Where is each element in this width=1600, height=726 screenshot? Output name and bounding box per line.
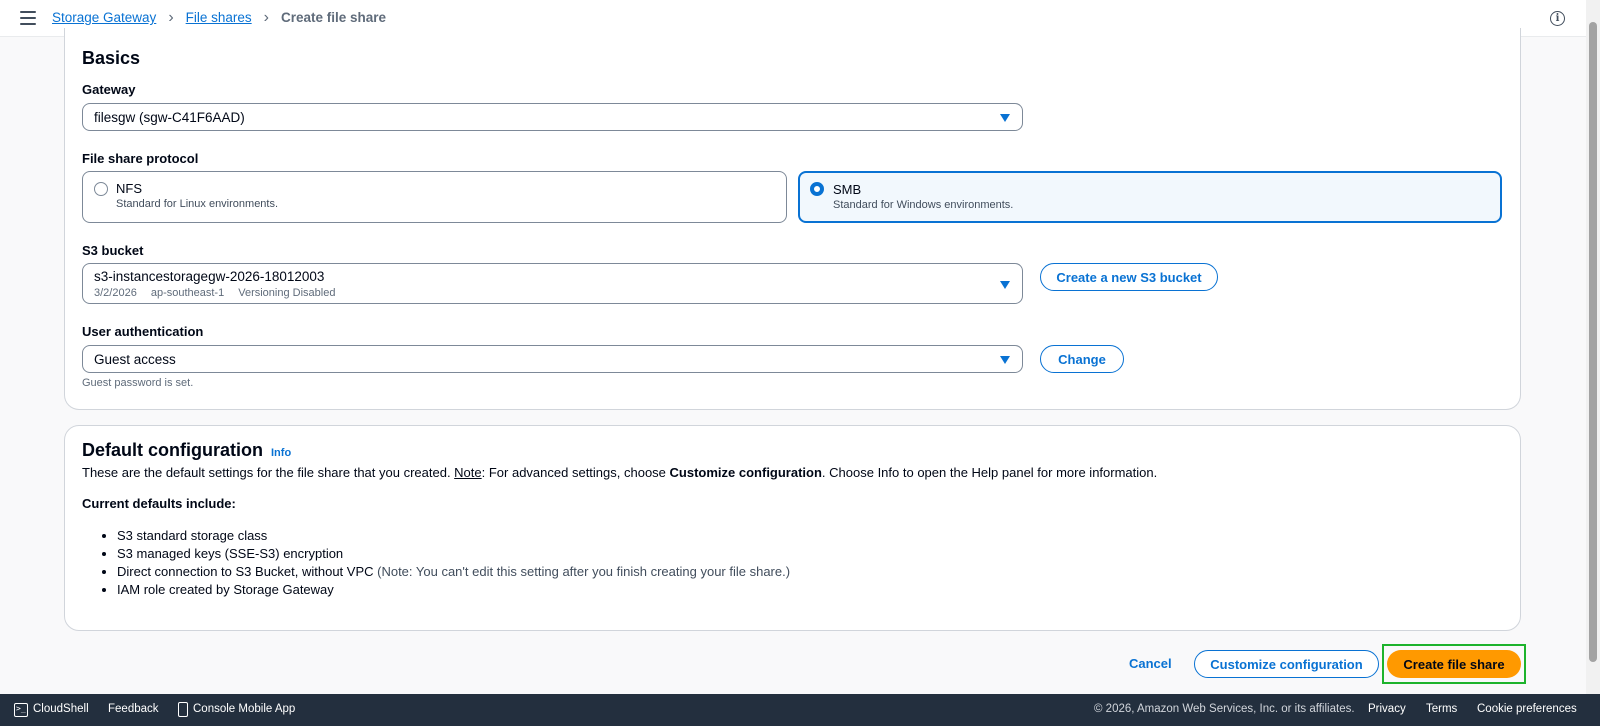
user-auth-label: User authentication: [82, 324, 204, 339]
breadcrumb-storage-gateway[interactable]: Storage Gateway: [52, 10, 156, 25]
list-item: IAM role created by Storage Gateway: [117, 581, 790, 599]
info-panel-icon[interactable]: i: [1550, 11, 1565, 26]
smb-radio[interactable]: [810, 182, 824, 196]
breadcrumb-file-shares[interactable]: File shares: [186, 10, 252, 25]
list-item-note: (Note: You can't edit this setting after…: [373, 564, 791, 579]
protocol-option-nfs[interactable]: NFS Standard for Linux environments.: [82, 171, 787, 223]
console-footer: >_ CloudShell Feedback Console Mobile Ap…: [0, 694, 1600, 726]
default-config-title: Default configuration Info: [82, 440, 291, 461]
cloudshell-icon[interactable]: >_: [14, 703, 28, 717]
protocol-label: File share protocol: [82, 151, 199, 166]
gateway-label: Gateway: [82, 82, 136, 97]
list-item: S3 standard storage class: [117, 527, 790, 545]
scrollbar-thumb[interactable]: [1589, 22, 1597, 662]
breadcrumb: Storage Gateway › File shares › Create f…: [52, 8, 387, 26]
s3-bucket-versioning: Versioning Disabled: [238, 287, 336, 299]
desc-bold: Customize configuration: [669, 465, 822, 480]
console-mobile-app-link[interactable]: Console Mobile App: [193, 703, 295, 715]
feedback-link[interactable]: Feedback: [108, 703, 159, 715]
caret-down-icon: [1000, 281, 1010, 289]
s3-bucket-select[interactable]: s3-instancestoragegw-2026-18012003 3/2/2…: [82, 263, 1023, 304]
scrollbar[interactable]: [1586, 0, 1600, 694]
cookie-preferences-link[interactable]: Cookie preferences: [1477, 703, 1577, 715]
nfs-description: Standard for Linux environments.: [116, 198, 279, 210]
caret-down-icon: [1000, 114, 1010, 122]
nfs-radio[interactable]: [94, 182, 108, 196]
cloudshell-link[interactable]: CloudShell: [33, 703, 89, 715]
terms-link[interactable]: Terms: [1426, 703, 1457, 715]
user-auth-value: Guest access: [94, 352, 176, 367]
mobile-app-icon[interactable]: [178, 702, 188, 717]
list-item-text: Direct connection to S3 Bucket, without …: [117, 564, 374, 579]
chevron-right-icon: ›: [168, 8, 174, 26]
desc-note: Note: [454, 465, 482, 480]
guest-password-hint: Guest password is set.: [82, 377, 194, 389]
s3-bucket-label: S3 bucket: [82, 243, 144, 258]
chevron-right-icon: ›: [263, 8, 269, 26]
cancel-button[interactable]: Cancel: [1129, 656, 1172, 671]
gateway-select[interactable]: filesgw (sgw-C41F6AAD): [82, 103, 1023, 131]
protocol-option-smb[interactable]: SMB Standard for Windows environments.: [798, 171, 1502, 223]
copyright-text: © 2026, Amazon Web Services, Inc. or its…: [1094, 703, 1355, 715]
basics-title: Basics: [82, 48, 141, 68]
breadcrumb-current: Create file share: [281, 10, 387, 25]
s3-bucket-value: s3-instancestoragegw-2026-18012003: [94, 269, 325, 284]
create-file-share-button[interactable]: Create file share: [1387, 650, 1521, 678]
customize-configuration-button[interactable]: Customize configuration: [1194, 650, 1379, 678]
nfs-title: NFS: [116, 181, 142, 196]
list-item: S3 managed keys (SSE-S3) encryption: [117, 545, 790, 563]
caret-down-icon: [1000, 356, 1010, 364]
desc-part-2: : For advanced settings, choose: [481, 465, 670, 480]
info-link[interactable]: Info: [271, 447, 291, 459]
desc-part-1: These are the default settings for the f…: [82, 465, 455, 480]
list-item: Direct connection to S3 Bucket, without …: [117, 563, 790, 581]
user-auth-select[interactable]: Guest access: [82, 345, 1023, 373]
default-config-description: These are the default settings for the f…: [82, 465, 1157, 480]
s3-bucket-region: ap-southeast-1: [150, 287, 225, 299]
gateway-value: filesgw (sgw-C41F6AAD): [94, 110, 245, 125]
privacy-link[interactable]: Privacy: [1368, 703, 1406, 715]
default-config-title-text: Default configuration: [82, 440, 263, 460]
create-s3-bucket-button[interactable]: Create a new S3 bucket: [1040, 263, 1218, 291]
smb-description: Standard for Windows environments.: [833, 199, 1014, 211]
current-defaults-label: Current defaults include:: [82, 496, 236, 511]
s3-bucket-meta: 3/2/2026 ap-southeast-1 Versioning Disab…: [94, 287, 335, 299]
smb-title: SMB: [833, 182, 862, 197]
s3-bucket-date: 3/2/2026: [94, 287, 137, 299]
menu-icon[interactable]: [20, 11, 36, 25]
defaults-list: S3 standard storage class S3 managed key…: [117, 527, 790, 599]
change-auth-button[interactable]: Change: [1040, 345, 1124, 373]
desc-part-3: . Choose Info to open the Help panel for…: [821, 465, 1158, 480]
